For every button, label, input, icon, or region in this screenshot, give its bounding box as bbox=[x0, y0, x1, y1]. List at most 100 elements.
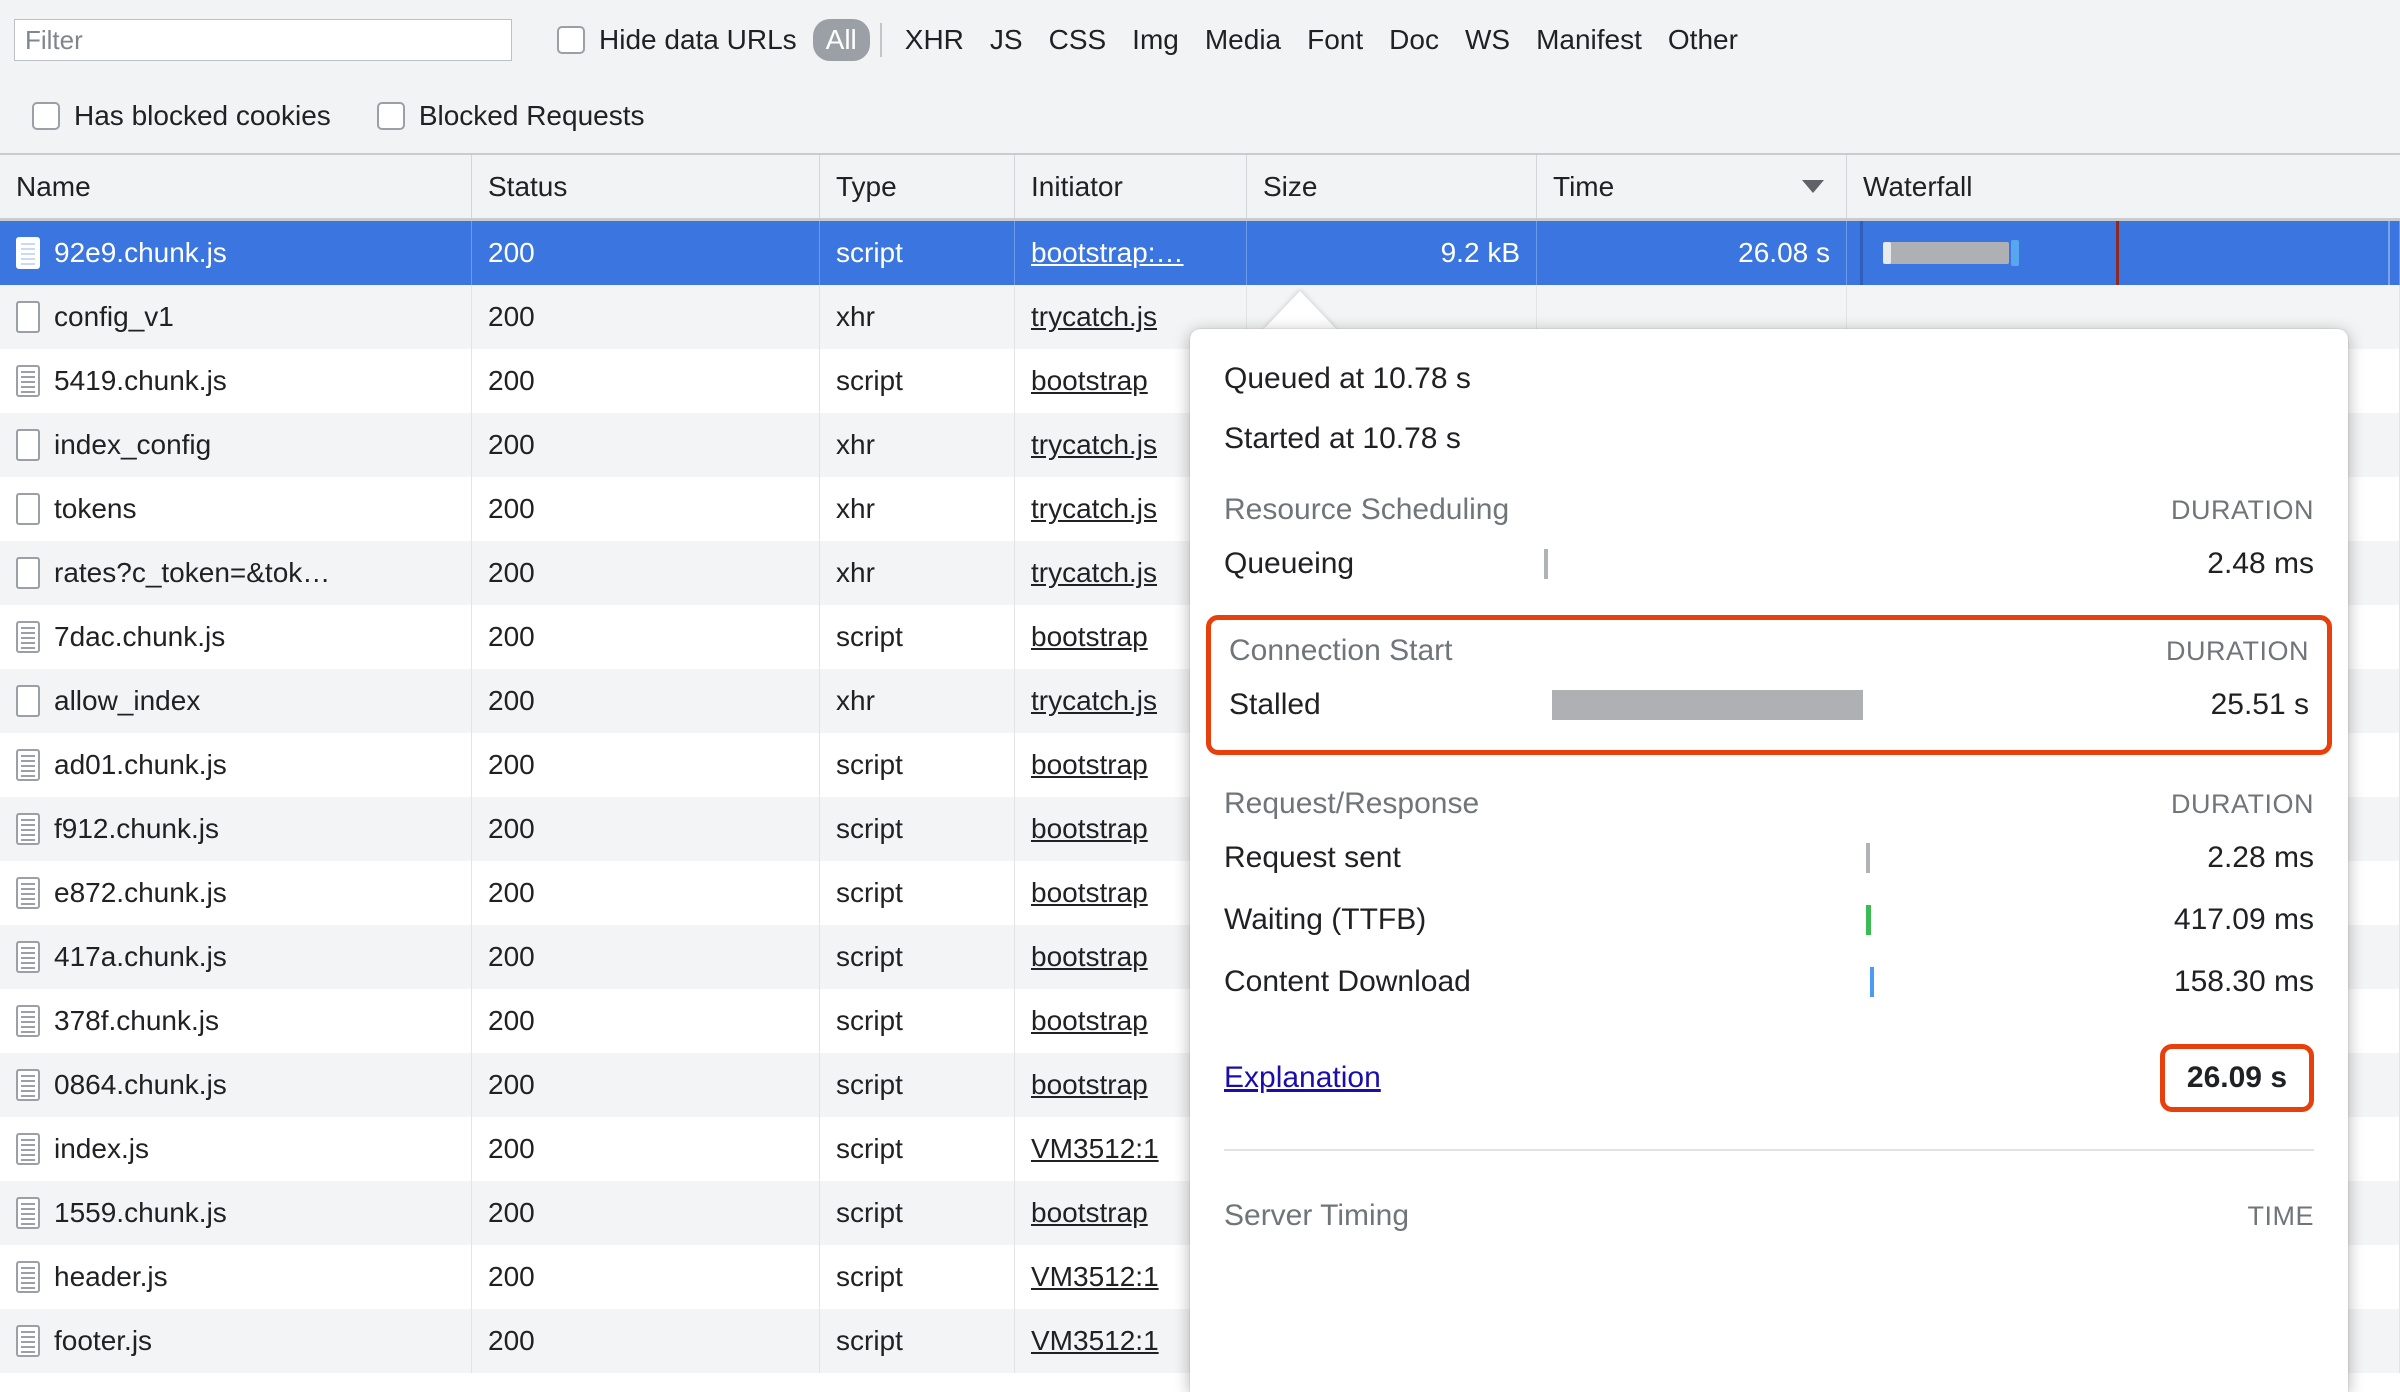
cell-name[interactable]: 378f.chunk.js bbox=[0, 989, 472, 1053]
initiator-link[interactable]: trycatch.js bbox=[1031, 685, 1157, 717]
column-header-size[interactable]: Size bbox=[1247, 155, 1537, 218]
column-header-name[interactable]: Name bbox=[0, 155, 472, 218]
cell-status: 200 bbox=[472, 221, 820, 285]
request-name-label: 0864.chunk.js bbox=[54, 1069, 227, 1100]
cell-name[interactable]: footer.js bbox=[0, 1309, 472, 1373]
timing-bar-segment bbox=[1869, 967, 1874, 997]
type-filter-xhr[interactable]: XHR bbox=[892, 19, 977, 61]
cell-name[interactable]: index_config bbox=[0, 413, 472, 477]
cell-name[interactable]: 0864.chunk.js bbox=[0, 1053, 472, 1117]
cell-status: 200 bbox=[472, 1309, 820, 1373]
cell-name[interactable]: allow_index bbox=[0, 669, 472, 733]
initiator-link[interactable]: bootstrap bbox=[1031, 365, 1148, 397]
cell-name[interactable]: header.js bbox=[0, 1245, 472, 1309]
type-filter-img[interactable]: Img bbox=[1119, 19, 1192, 61]
cell-type: script bbox=[820, 605, 1015, 669]
type-filter-manifest[interactable]: Manifest bbox=[1523, 19, 1655, 61]
cell-name[interactable]: 5419.chunk.js bbox=[0, 349, 472, 413]
initiator-link[interactable]: bootstrap bbox=[1031, 1005, 1148, 1037]
column-header-initiator[interactable]: Initiator bbox=[1015, 155, 1247, 218]
resource-type-filter-group: All XHR JS CSS Img Media Font Doc WS Man… bbox=[812, 19, 1751, 61]
cell-name[interactable]: tokens bbox=[0, 477, 472, 541]
initiator-link[interactable]: VM3512:1 bbox=[1031, 1133, 1159, 1165]
cell-name[interactable]: 1559.chunk.js bbox=[0, 1181, 472, 1245]
initiator-link[interactable]: VM3512:1 bbox=[1031, 1325, 1159, 1357]
explanation-link[interactable]: Explanation bbox=[1224, 1061, 1381, 1095]
cell-name[interactable]: f912.chunk.js bbox=[0, 797, 472, 861]
blank-file-icon bbox=[16, 301, 40, 333]
waterfall-timing-bar[interactable] bbox=[1883, 240, 2019, 266]
cell-name[interactable]: e872.chunk.js bbox=[0, 861, 472, 925]
timing-value: 2.48 ms bbox=[2207, 547, 2314, 580]
filter-input[interactable] bbox=[14, 19, 512, 61]
type-filter-all[interactable]: All bbox=[812, 19, 870, 61]
initiator-link[interactable]: bootstrap bbox=[1031, 1069, 1148, 1101]
request-name-label: index.js bbox=[54, 1133, 149, 1164]
initiator-link[interactable]: bootstrap:… bbox=[1031, 237, 1184, 269]
initiator-link[interactable]: bootstrap bbox=[1031, 749, 1148, 781]
initiator-link[interactable]: trycatch.js bbox=[1031, 557, 1157, 589]
initiator-link[interactable]: bootstrap bbox=[1031, 877, 1148, 909]
request-name-label: 7dac.chunk.js bbox=[54, 621, 226, 652]
script-file-icon bbox=[16, 877, 40, 909]
type-filter-js[interactable]: JS bbox=[977, 19, 1036, 61]
initiator-link[interactable]: bootstrap bbox=[1031, 1197, 1148, 1229]
popover-divider bbox=[1224, 1149, 2314, 1151]
cell-status: 200 bbox=[472, 541, 820, 605]
cell-name[interactable]: 7dac.chunk.js bbox=[0, 605, 472, 669]
initiator-link[interactable]: bootstrap bbox=[1031, 621, 1148, 653]
network-filter-toolbar: Hide data URLs All XHR JS CSS Img Media … bbox=[0, 0, 2400, 155]
request-name-label: 378f.chunk.js bbox=[54, 1005, 219, 1036]
initiator-link[interactable]: trycatch.js bbox=[1031, 493, 1157, 525]
type-filter-other[interactable]: Other bbox=[1655, 19, 1751, 61]
has-blocked-cookies-checkbox[interactable]: Has blocked cookies bbox=[32, 100, 331, 132]
server-timing-title: Server Timing bbox=[1224, 1199, 1410, 1232]
timing-section-title: Resource Scheduling bbox=[1224, 493, 1510, 526]
cell-type: script bbox=[820, 1181, 1015, 1245]
timing-row: Waiting (TTFB) 417.09 ms bbox=[1190, 889, 2348, 951]
type-filter-media[interactable]: Media bbox=[1192, 19, 1294, 61]
started-at-text: Started at 10.78 s bbox=[1224, 422, 1461, 455]
cell-name[interactable]: ad01.chunk.js bbox=[0, 733, 472, 797]
initiator-link[interactable]: trycatch.js bbox=[1031, 429, 1157, 461]
initiator-link[interactable]: VM3512:1 bbox=[1031, 1261, 1159, 1293]
cell-waterfall[interactable] bbox=[1847, 221, 2400, 285]
checkbox-box-icon[interactable] bbox=[376, 102, 405, 130]
column-header-waterfall[interactable]: Waterfall bbox=[1847, 155, 2400, 218]
cell-type: script bbox=[820, 989, 1015, 1053]
checkbox-box-icon[interactable] bbox=[557, 26, 585, 54]
request-name-label: e872.chunk.js bbox=[54, 877, 227, 908]
cell-type: script bbox=[820, 1117, 1015, 1181]
cell-name[interactable]: config_v1 bbox=[0, 285, 472, 349]
blocked-requests-checkbox[interactable]: Blocked Requests bbox=[376, 100, 645, 132]
timing-section-header: Resource Scheduling DURATION bbox=[1190, 487, 2348, 533]
column-header-type[interactable]: Type bbox=[820, 155, 1015, 218]
timing-row: Content Download 158.30 ms bbox=[1190, 951, 2348, 1013]
cell-name[interactable]: 417a.chunk.js bbox=[0, 925, 472, 989]
cell-type: script bbox=[820, 1245, 1015, 1309]
timing-value: 158.30 ms bbox=[2173, 965, 2314, 998]
initiator-link[interactable]: trycatch.js bbox=[1031, 301, 1157, 333]
script-file-icon bbox=[16, 1069, 40, 1101]
column-header-status[interactable]: Status bbox=[472, 155, 820, 218]
type-filter-css[interactable]: CSS bbox=[1036, 19, 1120, 61]
timing-section-header: Request/Response DURATION bbox=[1190, 781, 2348, 827]
request-name-label: rates?c_token=&tok… bbox=[54, 557, 331, 588]
checkbox-box-icon[interactable] bbox=[32, 102, 60, 130]
type-filter-ws[interactable]: WS bbox=[1452, 19, 1523, 61]
initiator-link[interactable]: bootstrap bbox=[1031, 941, 1148, 973]
initiator-link[interactable]: bootstrap bbox=[1031, 813, 1148, 845]
cell-name[interactable]: index.js bbox=[0, 1117, 472, 1181]
table-row[interactable]: 92e9.chunk.js 200 script bootstrap:… 9.2 kB 2… bbox=[0, 221, 2400, 285]
timing-label: Stalled bbox=[1229, 688, 1321, 721]
type-filter-font[interactable]: Font bbox=[1294, 19, 1376, 61]
timing-section-title: Connection Start bbox=[1229, 634, 1453, 667]
cell-initiator[interactable]: bootstrap:… bbox=[1015, 221, 1247, 285]
cell-name[interactable]: 92e9.chunk.js bbox=[0, 221, 472, 285]
type-filter-doc[interactable]: Doc bbox=[1376, 19, 1452, 61]
cell-size: 9.2 kB bbox=[1247, 221, 1537, 285]
hide-data-urls-checkbox[interactable]: Hide data URLs bbox=[557, 24, 797, 56]
cell-name[interactable]: rates?c_token=&tok… bbox=[0, 541, 472, 605]
column-header-time[interactable]: Time bbox=[1537, 155, 1847, 218]
script-file-icon bbox=[16, 365, 40, 397]
